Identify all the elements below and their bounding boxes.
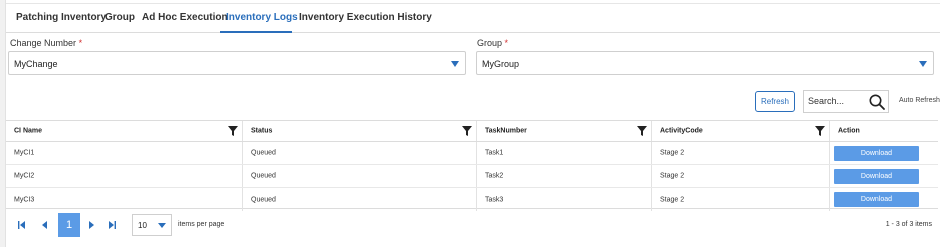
previous-page-icon[interactable] bbox=[41, 221, 49, 229]
change-number-select[interactable]: MyChange bbox=[8, 51, 466, 75]
inventory-logs-grid: CI Name Status TaskNumber ActivityCode A… bbox=[6, 120, 938, 211]
top-divider bbox=[6, 3, 940, 4]
grid-header-row: CI Name Status TaskNumber ActivityCode A… bbox=[6, 121, 938, 142]
last-page-icon[interactable] bbox=[108, 221, 116, 229]
pager-range-text: 1 - 3 of 3 items bbox=[885, 221, 932, 228]
download-button[interactable]: Download bbox=[834, 169, 919, 184]
ci-name-cell: MyCI2 bbox=[6, 165, 243, 187]
first-page-icon[interactable] bbox=[18, 221, 26, 229]
filter-icon[interactable] bbox=[462, 126, 472, 136]
action-cell: Download bbox=[830, 142, 938, 164]
change-number-value: MyChange bbox=[14, 59, 58, 69]
task-number-cell: Task3 bbox=[477, 188, 652, 211]
action-cell: Download bbox=[830, 165, 938, 187]
refresh-button[interactable]: Refresh bbox=[755, 91, 795, 112]
group-label: Group * bbox=[477, 38, 509, 48]
filter-icon[interactable] bbox=[815, 126, 825, 136]
task-number-cell: Task2 bbox=[477, 165, 652, 187]
items-per-page-label: items per page bbox=[178, 221, 225, 228]
chevron-down-icon bbox=[451, 61, 459, 67]
download-button[interactable]: Download bbox=[834, 146, 919, 161]
tab-inventory-execution-history[interactable]: Inventory Execution History bbox=[299, 12, 432, 23]
group-select[interactable]: MyGroup bbox=[476, 51, 934, 75]
tab-ad-hoc-execution[interactable]: Ad Hoc Execution bbox=[142, 12, 228, 23]
column-header-status[interactable]: Status bbox=[243, 121, 477, 141]
activity-code-cell: Stage 2 bbox=[652, 142, 830, 164]
active-tab-indicator bbox=[220, 31, 292, 33]
search-icon[interactable] bbox=[868, 93, 886, 111]
column-header-action: Action bbox=[838, 127, 860, 135]
ci-name-cell: MyCI3 bbox=[6, 188, 243, 211]
page-number-button[interactable]: 1 bbox=[58, 213, 80, 237]
search-box bbox=[803, 90, 889, 113]
chevron-down-icon bbox=[919, 61, 927, 67]
download-button[interactable]: Download bbox=[834, 192, 919, 207]
chevron-down-icon bbox=[158, 223, 166, 228]
action-cell: Download bbox=[830, 188, 938, 211]
tab-group[interactable]: Group bbox=[105, 12, 135, 23]
task-number-cell: Task1 bbox=[477, 142, 652, 164]
pager: 1 10 items per page 1 - 3 of 3 items bbox=[6, 209, 938, 241]
change-number-label: Change Number * bbox=[10, 38, 83, 48]
status-cell: Queued bbox=[243, 165, 477, 187]
table-row: MyCI2 Queued Task2 Stage 2 Download bbox=[6, 165, 938, 188]
table-row: MyCI3 Queued Task3 Stage 2 Download bbox=[6, 188, 938, 211]
tab-patching-inventory[interactable]: Patching Inventory bbox=[16, 12, 106, 23]
column-header-ci-name[interactable]: CI Name bbox=[6, 121, 243, 141]
status-cell: Queued bbox=[243, 142, 477, 164]
search-input[interactable] bbox=[808, 96, 868, 106]
status-cell: Queued bbox=[243, 188, 477, 211]
activity-code-cell: Stage 2 bbox=[652, 165, 830, 187]
tab-bar: Patching Inventory Group Ad Hoc Executio… bbox=[6, 8, 940, 33]
page-size-select[interactable]: 10 bbox=[132, 214, 172, 236]
activity-code-cell: Stage 2 bbox=[652, 188, 830, 211]
table-row: MyCI1 Queued Task1 Stage 2 Download bbox=[6, 142, 938, 165]
ci-name-cell: MyCI1 bbox=[6, 142, 243, 164]
group-value: MyGroup bbox=[482, 59, 520, 69]
next-page-icon[interactable] bbox=[87, 221, 95, 229]
column-header-activity-code[interactable]: ActivityCode bbox=[652, 121, 830, 141]
auto-refresh-label: Auto Refresh bbox=[899, 97, 940, 104]
filter-icon[interactable] bbox=[637, 126, 647, 136]
column-header-task-number[interactable]: TaskNumber bbox=[477, 121, 652, 141]
tab-inventory-logs[interactable]: Inventory Logs bbox=[226, 12, 298, 23]
filter-icon[interactable] bbox=[228, 126, 238, 136]
